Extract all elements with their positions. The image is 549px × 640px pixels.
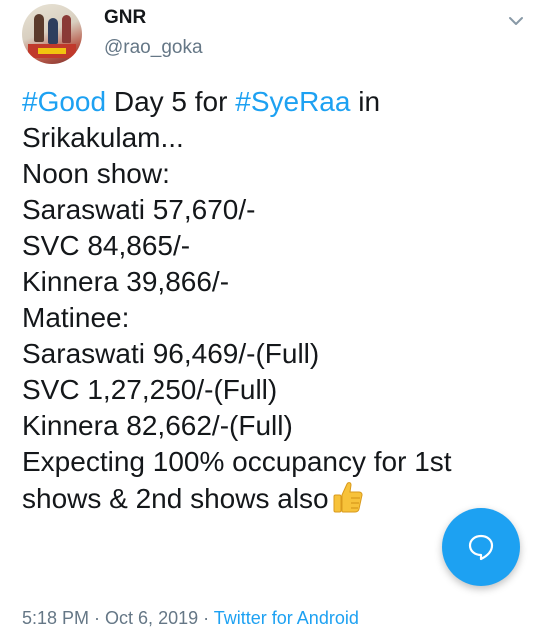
user-handle[interactable]: @rao_goka	[104, 36, 203, 60]
reply-fab-button[interactable]	[442, 508, 520, 586]
tweet-line: Expecting 100% occupancy for 1st	[22, 446, 452, 477]
reply-bubble-icon	[468, 534, 494, 561]
tweet-line: Kinnera 39,866/-	[22, 266, 230, 297]
tweet-line: SVC 84,865/-	[22, 230, 191, 261]
tweet-line: Srikakulam...	[22, 122, 184, 153]
display-name[interactable]: GNR	[104, 6, 146, 30]
avatar[interactable]	[22, 4, 82, 64]
tweet-line: Matinee:	[22, 302, 130, 333]
avatar-figure	[48, 18, 58, 44]
avatar-figure	[34, 14, 44, 42]
hashtag-link[interactable]: #Good	[22, 86, 106, 117]
tweet-line: Kinnera 82,662/-(Full)	[22, 410, 293, 441]
tweet-source-link[interactable]: Twitter for Android	[214, 608, 359, 628]
tweet-line: shows & 2nd shows also	[22, 480, 532, 517]
hashtag-link[interactable]: #SyeRaa	[235, 86, 350, 117]
tweet-line: Saraswati 96,469/-(Full)	[22, 338, 320, 369]
meta-separator: ·	[89, 608, 106, 628]
thumbs-up-icon	[333, 482, 363, 513]
tweet-line: SVC 1,27,250/-(Full)	[22, 374, 278, 405]
tweet-text: #Good Day 5 for #SyeRaa in Srikakulam...…	[22, 84, 532, 517]
tweet: GNR @rao_goka #Good Day 5 for #SyeRaa in…	[0, 0, 549, 640]
tweet-date[interactable]: Oct 6, 2019	[105, 608, 198, 628]
avatar-banner-text	[38, 48, 66, 54]
avatar-figure	[62, 15, 71, 43]
meta-separator: ·	[198, 608, 214, 628]
tweet-text-fragment: Day 5 for	[106, 86, 236, 117]
tweet-line: #Good Day 5 for #SyeRaa in	[22, 84, 532, 120]
tweet-text-fragment: shows & 2nd shows also	[22, 483, 329, 514]
tweet-text-fragment: in	[350, 86, 381, 117]
tweet-time: 5:18 PM	[22, 608, 90, 628]
chevron-down-icon[interactable]	[505, 10, 527, 32]
tweet-line: Noon show:	[22, 158, 170, 189]
tweet-line: Saraswati 57,670/-	[22, 194, 256, 225]
tweet-meta: 5:18 PM · Oct 6, 2019 · Twitter for Andr…	[22, 606, 359, 630]
